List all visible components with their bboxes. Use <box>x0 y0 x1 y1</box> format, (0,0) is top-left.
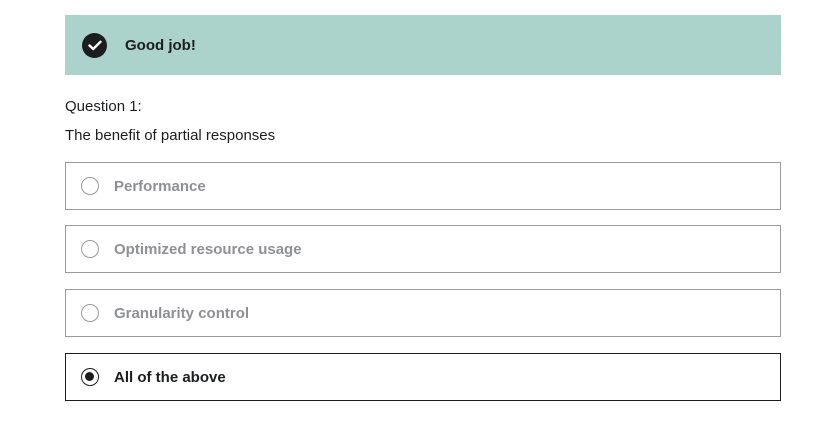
radio-button-selected[interactable] <box>81 368 99 386</box>
answer-option-label: Granularity control <box>114 304 250 322</box>
answer-option-optimized-resource-usage[interactable]: Optimized resource usage <box>65 225 781 273</box>
answer-option-label: Optimized resource usage <box>114 240 302 258</box>
question-number: Question 1: <box>65 98 142 115</box>
radio-button[interactable] <box>81 240 99 258</box>
answer-option-label: Performance <box>114 177 206 195</box>
answer-option-performance[interactable]: Performance <box>65 162 781 210</box>
answer-option-label: All of the above <box>114 368 226 386</box>
check-circle-icon <box>82 32 107 58</box>
radio-button[interactable] <box>81 177 99 195</box>
radio-button[interactable] <box>81 304 99 322</box>
feedback-banner: Good job! <box>65 15 781 75</box>
feedback-message: Good job! <box>125 36 196 54</box>
answer-option-all-of-the-above[interactable]: All of the above <box>65 353 781 401</box>
question-text: The benefit of partial responses <box>65 127 276 144</box>
answer-option-granularity-control[interactable]: Granularity control <box>65 289 781 337</box>
